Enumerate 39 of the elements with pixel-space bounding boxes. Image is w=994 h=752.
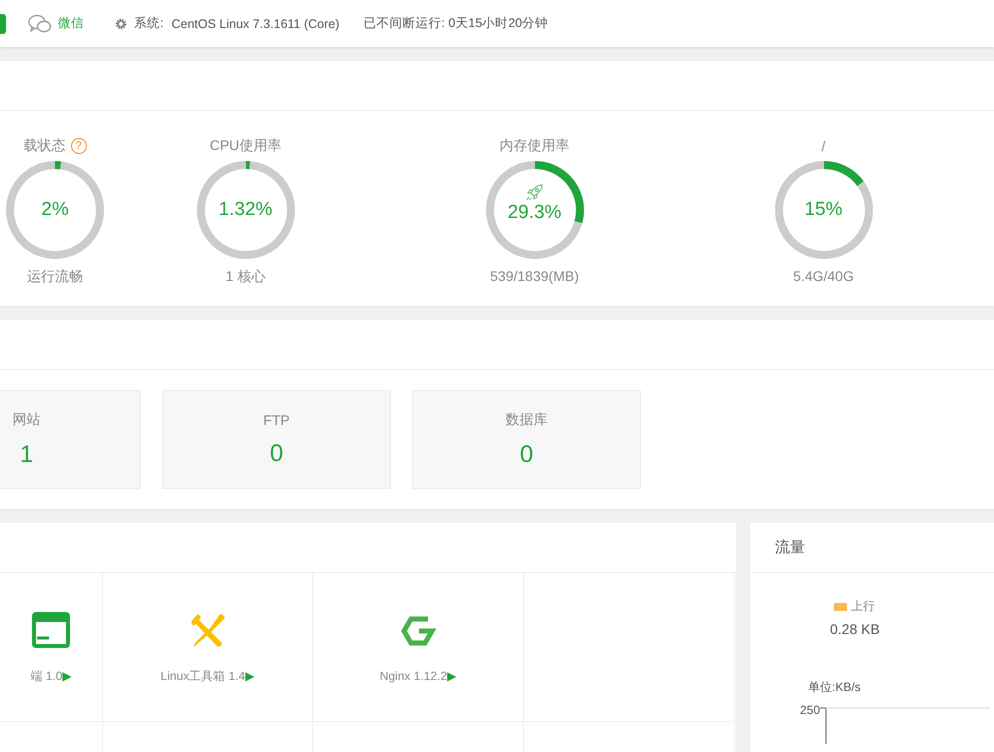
gauge-title: /: [822, 138, 826, 154]
system-label: 系统:: [134, 15, 164, 32]
stat-label: FTP: [263, 412, 290, 428]
panel-title: 流量: [775, 538, 805, 557]
window-icon: [31, 610, 71, 650]
help-icon[interactable]: ?: [70, 138, 86, 154]
stat-label: 网站: [12, 410, 40, 428]
chat-bubbles-icon: [28, 14, 52, 34]
gauge-value: 1.32%: [218, 199, 272, 221]
legend-label: 上行: [851, 598, 875, 615]
stat-card[interactable]: FTP 0: [162, 390, 391, 489]
gauge-value: 29.3%: [508, 202, 562, 224]
stat-value: 0: [270, 440, 284, 468]
system-value: CentOS Linux 7.3.1611 (Core): [171, 16, 340, 30]
software-name[interactable]: Nginx 1.12.2▶: [380, 669, 456, 683]
gauge-caption: 1 核心: [226, 268, 266, 286]
axis-tick-label: 250: [800, 704, 820, 716]
stat-label: 数据库: [506, 410, 548, 428]
gear-icon: [114, 16, 128, 30]
gauge-title: 载状态: [24, 137, 66, 155]
gauge-value: 15%: [804, 199, 843, 221]
gauge-caption: 运行流畅: [27, 268, 83, 286]
upload-amount: 0.28 KB: [830, 621, 880, 637]
gauge-value: 2%: [41, 199, 69, 221]
rocket-icon: [524, 182, 544, 202]
gauge-caption: 5.4G/40G: [793, 268, 854, 284]
uptime-text: 已不间断运行: 0天15小时20分钟: [363, 15, 548, 32]
gauge-title: CPU使用率: [210, 137, 282, 155]
stat-value: 1: [20, 440, 34, 468]
software-name[interactable]: Linux工具箱 1.4▶: [160, 668, 254, 684]
software-name[interactable]: 端 1.0▶: [30, 668, 72, 684]
gauge-title: 内存使用率: [500, 137, 570, 155]
wechat-link[interactable]: 微信: [58, 15, 84, 32]
stat-card[interactable]: 数据库 0: [412, 390, 641, 489]
chart-unit: 单位:KB/s: [808, 679, 861, 696]
gauge-caption: 539/1839(MB): [490, 268, 579, 284]
button-edge[interactable]: [0, 14, 6, 34]
stat-card[interactable]: 网站 1: [0, 390, 141, 489]
stat-value: 0: [520, 440, 534, 468]
